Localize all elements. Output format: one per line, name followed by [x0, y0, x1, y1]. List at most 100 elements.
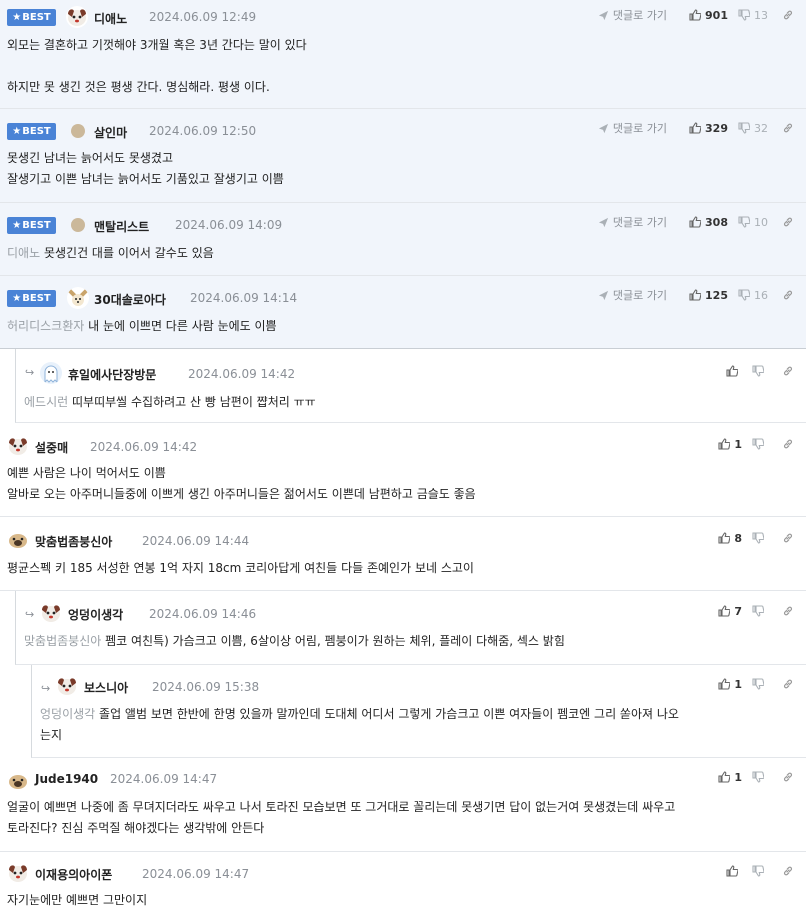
mention-tag[interactable]: 엉덩이생각 — [40, 707, 95, 721]
go-to-reply-link[interactable]: 댓글로 가기 — [598, 287, 667, 303]
comment-date: 2024.06.09 14:09 — [175, 218, 283, 232]
comment-author[interactable]: 엉덩이생각 — [68, 606, 123, 623]
upvote-button[interactable]: 1 — [718, 771, 742, 784]
downvote-button[interactable]: 16 — [738, 289, 768, 302]
copy-link-button[interactable] — [782, 532, 798, 544]
mention-tag[interactable]: 허리디스크환자 — [7, 319, 84, 333]
comment-author[interactable]: 살인마 — [94, 124, 127, 141]
mention-tag[interactable]: 에드시런 — [24, 395, 68, 409]
downvote-button[interactable]: 10 — [738, 216, 768, 229]
downvote-button[interactable] — [752, 678, 768, 690]
comment-author[interactable]: Jude1940 — [35, 772, 98, 786]
avatar[interactable] — [7, 770, 29, 792]
downvote-button[interactable] — [752, 438, 768, 450]
comment-item: ★BEST 30대솔로아다 2024.06.09 14:14 댓글로 가기 12… — [0, 276, 806, 349]
comment-author[interactable]: 30대솔로아다 — [94, 291, 166, 308]
link-icon — [782, 365, 794, 377]
comment-actions: 1 — [708, 436, 798, 452]
avatar[interactable] — [71, 124, 85, 138]
comment-author[interactable]: 보스니아 — [84, 679, 128, 696]
upvote-button[interactable]: 901 — [689, 9, 728, 22]
thumbs-down-icon — [738, 216, 750, 228]
downvote-button[interactable]: 13 — [738, 9, 768, 22]
comment-date: 2024.06.09 14:42 — [188, 367, 296, 381]
thumbs-up-icon — [718, 771, 730, 783]
comment-date: 2024.06.09 12:49 — [149, 10, 257, 24]
mention-tag[interactable]: 맞춤법좀붕신아 — [24, 634, 101, 648]
thumbs-down-icon — [752, 771, 764, 783]
comment-actions: 1 — [708, 676, 798, 692]
upvote-count: 901 — [705, 8, 728, 22]
comment-author[interactable]: 디애노 — [94, 10, 127, 27]
comment-item: Jude1940 2024.06.09 14:47 1 얼굴이 예쁘면 나중에 … — [0, 758, 806, 852]
upvote-button[interactable]: 329 — [689, 122, 728, 135]
downvote-button[interactable]: 32 — [738, 122, 768, 135]
downvote-button[interactable] — [752, 865, 768, 877]
navigate-icon — [598, 290, 609, 301]
comment-date: 2024.06.09 14:42 — [90, 440, 198, 454]
upvote-button[interactable]: 8 — [718, 532, 742, 545]
upvote-button[interactable]: 7 — [718, 605, 742, 618]
copy-link-button[interactable] — [782, 216, 798, 228]
star-icon: ★ — [12, 293, 22, 304]
copy-link-button[interactable] — [782, 438, 798, 450]
avatar[interactable] — [67, 287, 89, 309]
copy-link-button[interactable] — [782, 122, 798, 134]
star-icon: ★ — [12, 126, 22, 137]
comment-actions — [716, 863, 798, 879]
upvote-button[interactable] — [726, 865, 742, 877]
thumbs-down-icon — [752, 532, 764, 544]
copy-link-button[interactable] — [782, 771, 798, 783]
downvote-button[interactable] — [752, 771, 768, 783]
copy-link-button[interactable] — [782, 365, 798, 377]
copy-link-button[interactable] — [782, 605, 798, 617]
pug-avatar-icon — [7, 770, 29, 792]
upvote-button[interactable]: 125 — [689, 289, 728, 302]
avatar[interactable] — [71, 218, 85, 232]
go-to-reply-link[interactable]: 댓글로 가기 — [598, 120, 667, 136]
downvote-count: 32 — [754, 121, 768, 135]
go-to-reply-link[interactable]: 댓글로 가기 — [598, 214, 667, 230]
thumbs-up-icon — [689, 216, 701, 228]
comment-item: 맞춤법좀붕신아 2024.06.09 14:44 8 평균스펙 키 185 서성… — [0, 517, 806, 591]
copy-link-button[interactable] — [782, 865, 798, 877]
comment-author[interactable]: 이재용의아이폰 — [35, 866, 112, 883]
downvote-button[interactable] — [752, 365, 768, 377]
comment-author[interactable]: 맞춤법좀붕신아 — [35, 533, 112, 550]
avatar[interactable] — [7, 862, 29, 884]
copy-link-button[interactable] — [782, 678, 798, 690]
comment-line — [7, 56, 796, 77]
thumbs-up-icon — [689, 9, 701, 21]
thumbs-up-icon — [718, 532, 730, 544]
comment-author[interactable]: 휴일에사단장방문 — [68, 366, 156, 383]
upvote-button[interactable]: 1 — [718, 438, 742, 451]
avatar[interactable] — [66, 6, 88, 28]
link-icon — [782, 678, 794, 690]
upvote-count: 8 — [734, 531, 742, 545]
link-icon — [782, 865, 794, 877]
comment-line: 외모는 결혼하고 기껏해야 3개월 혹은 3년 간다는 말이 있다 — [7, 38, 307, 52]
thumbs-up-icon — [718, 605, 730, 617]
downvote-count: 16 — [754, 288, 768, 302]
comment-author[interactable]: 맨탈리스트 — [94, 218, 149, 235]
go-to-reply-link[interactable]: 댓글로 가기 — [598, 7, 667, 23]
upvote-button[interactable]: 1 — [718, 678, 742, 691]
avatar[interactable] — [40, 362, 62, 384]
upvote-count: 308 — [705, 215, 728, 229]
copy-link-button[interactable] — [782, 9, 798, 21]
avatar[interactable] — [40, 602, 62, 624]
upvote-button[interactable]: 308 — [689, 216, 728, 229]
avatar[interactable] — [7, 435, 29, 457]
avatar[interactable] — [56, 675, 78, 697]
comment-author[interactable]: 설중매 — [35, 439, 68, 456]
comment-date: 2024.06.09 12:50 — [149, 124, 257, 138]
upvote-button[interactable] — [726, 365, 742, 377]
downvote-button[interactable] — [752, 605, 768, 617]
downvote-button[interactable] — [752, 532, 768, 544]
downvote-count: 10 — [754, 215, 768, 229]
copy-link-button[interactable] — [782, 289, 798, 301]
dog-avatar-icon — [66, 6, 88, 28]
comment-text: 못생긴건 대를 이어서 갈수도 있음 — [43, 246, 214, 260]
avatar[interactable] — [7, 529, 29, 551]
mention-tag[interactable]: 디애노 — [7, 246, 40, 260]
